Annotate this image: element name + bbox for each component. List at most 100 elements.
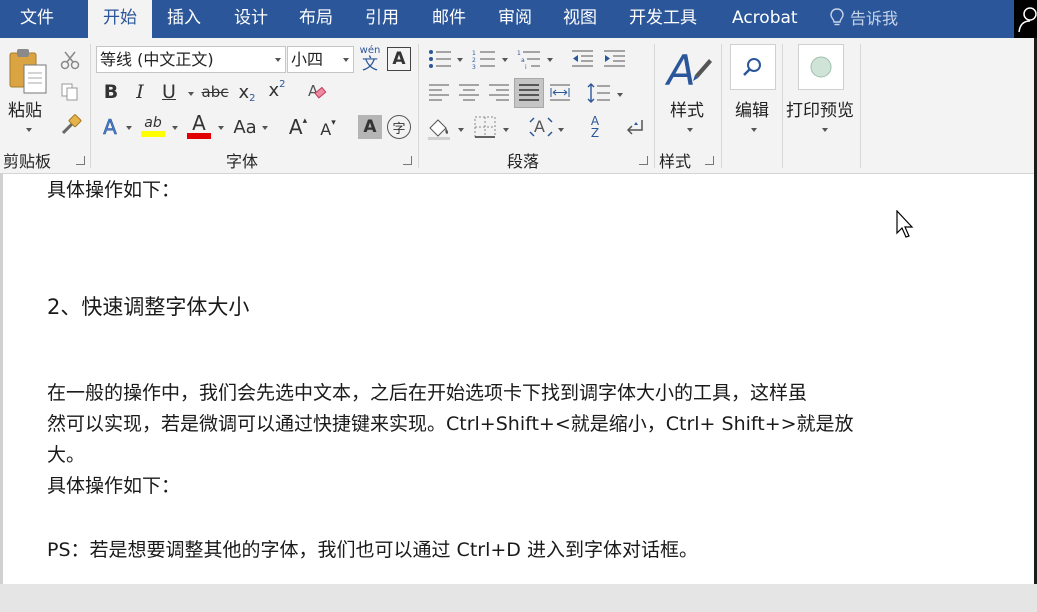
highlight-button[interactable]: ab xyxy=(140,112,166,140)
font-color-dropdown-icon[interactable] xyxy=(218,126,224,130)
multilevel-list-icon[interactable]: 1ai xyxy=(515,46,543,72)
multilevel-dropdown-icon[interactable] xyxy=(547,58,553,62)
align-right-icon[interactable] xyxy=(486,80,512,106)
cut-icon[interactable] xyxy=(58,48,82,72)
chinese-layout-icon[interactable]: A xyxy=(526,114,556,140)
bold-button[interactable]: B xyxy=(100,80,122,104)
print-preview-button[interactable]: 打印预览 xyxy=(786,96,854,121)
print-preview-dropdown-icon[interactable] xyxy=(822,128,828,132)
borders-icon[interactable] xyxy=(472,114,498,140)
shrink-font-button[interactable]: A ▾ xyxy=(316,116,340,142)
tab-acrobat[interactable]: Acrobat xyxy=(732,0,798,38)
ribbon: 粘贴 剪贴板 等线 (中文正文) 小四 wén 文 A B I U abc x … xyxy=(0,38,1037,174)
justify-icon[interactable] xyxy=(514,78,544,108)
tab-references[interactable]: 引用 xyxy=(365,0,399,38)
text-effects-button[interactable]: A xyxy=(98,114,122,140)
bullets-dropdown-icon[interactable] xyxy=(457,58,463,62)
svg-text:2: 2 xyxy=(472,57,476,64)
font-name-value: 等线 (中文正文) xyxy=(100,50,214,69)
align-left-icon[interactable] xyxy=(426,80,452,106)
styles-launcher-icon[interactable] xyxy=(705,156,714,165)
tell-me-label: 告诉我 xyxy=(850,9,899,28)
underline-dropdown-icon[interactable] xyxy=(188,92,194,96)
tab-mailings[interactable]: 邮件 xyxy=(432,0,466,38)
show-marks-icon[interactable] xyxy=(622,114,648,140)
tab-developer[interactable]: 开发工具 xyxy=(629,0,697,38)
italic-button[interactable]: I xyxy=(129,80,151,104)
line-spacing-icon[interactable] xyxy=(586,80,612,106)
font-size-value: 小四 xyxy=(291,50,324,69)
format-painter-icon[interactable] xyxy=(58,112,84,138)
styles-button[interactable]: 样式 xyxy=(670,96,704,121)
styles-group-label: 样式 xyxy=(659,152,692,171)
change-case-button[interactable]: Aa xyxy=(230,114,260,140)
svg-text:3: 3 xyxy=(472,64,476,69)
styles-icon[interactable]: A xyxy=(664,44,714,96)
align-center-icon[interactable] xyxy=(456,80,482,106)
tell-me-search[interactable]: 告诉我 xyxy=(830,0,898,38)
account-icon[interactable] xyxy=(1014,0,1037,38)
tab-design[interactable]: 设计 xyxy=(234,0,268,38)
caret-down-icon: ▾ xyxy=(331,118,336,128)
clipboard-launcher-icon[interactable] xyxy=(76,156,85,165)
font-size-combo[interactable]: 小四 xyxy=(287,46,354,73)
paste-button[interactable]: 粘贴 xyxy=(8,96,42,121)
print-preview-icon[interactable] xyxy=(798,44,844,90)
status-bar xyxy=(0,584,1037,612)
line-spacing-dropdown-icon[interactable] xyxy=(617,93,623,97)
doc-line: 具体操作如下： xyxy=(47,179,181,201)
doc-line: 具体操作如下： xyxy=(47,475,181,497)
strikethrough-button[interactable]: abc xyxy=(200,80,230,104)
shading-icon[interactable] xyxy=(424,114,454,142)
search-icon[interactable] xyxy=(730,44,776,90)
font-launcher-icon[interactable] xyxy=(403,156,412,165)
font-color-swatch xyxy=(187,133,211,139)
superscript-x: x xyxy=(268,79,280,101)
font-name-combo[interactable]: 等线 (中文正文) xyxy=(96,46,286,73)
text-effects-dropdown-icon[interactable] xyxy=(126,126,132,130)
tab-file[interactable]: 文件 xyxy=(20,0,54,38)
paste-icon[interactable] xyxy=(6,46,50,98)
decrease-indent-icon[interactable] xyxy=(568,46,596,72)
underline-button[interactable]: U xyxy=(158,80,180,104)
phonetic-guide-button[interactable]: wén 文 xyxy=(358,44,382,74)
paragraph-launcher-icon[interactable] xyxy=(639,156,648,165)
character-border-button[interactable]: A xyxy=(387,47,411,71)
paste-dropdown-icon[interactable] xyxy=(26,128,32,132)
document-area[interactable]: 具体操作如下： 2、快速调整字体大小 在一般的操作中，我们会先选中文本，之后在开… xyxy=(3,175,1034,584)
group-separator xyxy=(654,44,655,168)
shading-dropdown-icon[interactable] xyxy=(458,128,464,132)
doc-heading: 2、快速调整字体大小 xyxy=(47,295,250,319)
tab-layout[interactable]: 布局 xyxy=(299,0,333,38)
numbering-dropdown-icon[interactable] xyxy=(502,58,508,62)
editing-button[interactable]: 编辑 xyxy=(735,96,769,121)
chevron-down-icon xyxy=(343,58,349,62)
tab-review[interactable]: 审阅 xyxy=(498,0,532,38)
enclose-characters-button[interactable]: 字 xyxy=(387,115,411,139)
doc-line: 在一般的操作中，我们会先选中文本，之后在开始选项卡下找到调字体大小的工具，这样虽 xyxy=(47,382,808,404)
grow-font-label: A xyxy=(288,115,303,139)
copy-icon[interactable] xyxy=(58,80,82,104)
bullets-icon[interactable] xyxy=(426,46,454,72)
editing-dropdown-icon[interactable] xyxy=(751,128,757,132)
character-shading-button[interactable]: A xyxy=(358,115,382,139)
subscript-button[interactable]: x2 xyxy=(234,80,260,104)
sort-button[interactable]: A Z xyxy=(582,112,608,142)
tab-insert[interactable]: 插入 xyxy=(167,0,201,38)
font-color-button[interactable]: A xyxy=(186,112,212,140)
grow-font-button[interactable]: A ▴ xyxy=(286,114,310,140)
chinese-layout-dropdown-icon[interactable] xyxy=(558,128,564,132)
numbering-icon[interactable]: 123 xyxy=(470,46,498,72)
superscript-button[interactable]: x2 xyxy=(264,78,290,102)
borders-dropdown-icon[interactable] xyxy=(503,128,509,132)
tab-view[interactable]: 视图 xyxy=(563,0,597,38)
highlight-dropdown-icon[interactable] xyxy=(172,126,178,130)
clear-formatting-icon[interactable]: A xyxy=(304,78,330,104)
distributed-align-icon[interactable] xyxy=(547,80,573,106)
caret-up-icon: ▴ xyxy=(302,116,308,126)
change-case-dropdown-icon[interactable] xyxy=(262,126,268,130)
increase-indent-icon[interactable] xyxy=(600,46,628,72)
group-separator xyxy=(721,44,722,168)
tab-home[interactable]: 开始 xyxy=(88,0,152,40)
styles-dropdown-icon[interactable] xyxy=(687,128,693,132)
